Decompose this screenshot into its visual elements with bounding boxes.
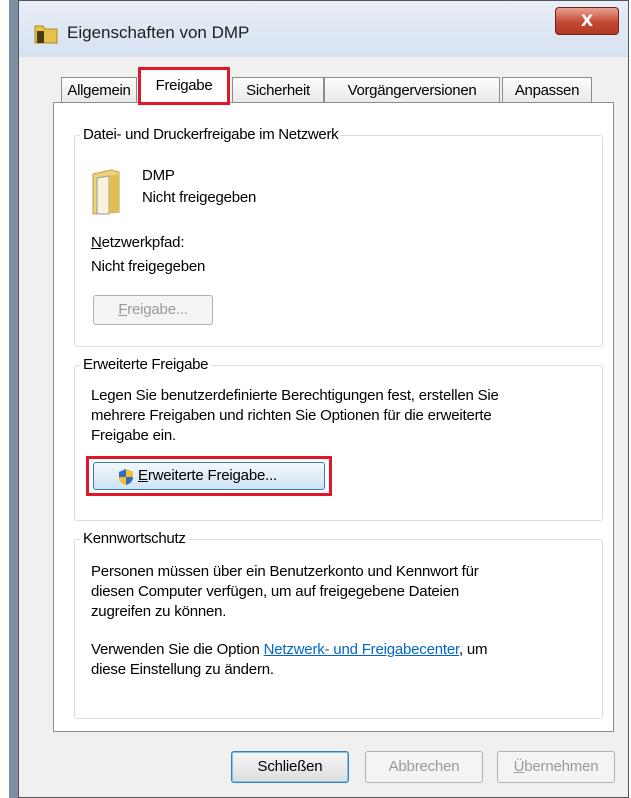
button-label-rest: rweiterte Freigabe... — [147, 467, 278, 484]
cancel-button[interactable]: Abbrechen — [365, 751, 483, 783]
password-protection-text-line: zugreifen zu können. — [91, 603, 227, 620]
group-title: Erweiterte Freigabe — [80, 356, 212, 373]
button-label-rest: bernehmen — [524, 758, 599, 775]
advanced-sharing-description-line: mehrere Freigaben und richten Sie Option… — [91, 407, 492, 424]
folder-icon — [92, 169, 120, 215]
window-frame-left-edge — [9, 0, 18, 798]
tab-label: Freigabe — [155, 77, 213, 94]
group-title: Datei- und Druckerfreigabe im Netzwerk — [80, 126, 342, 143]
password-protection-text-line: diesen Computer verfügen, um auf freigeg… — [91, 583, 459, 600]
close-button[interactable]: Schließen — [231, 751, 349, 783]
title-bar[interactable]: Eigenschaften von DMP X — [19, 1, 628, 57]
tab-vorgaengerversionen[interactable]: Vorgängerversionen — [324, 77, 500, 104]
tab-label: Vorgängerversionen — [347, 82, 477, 99]
properties-dialog: Eigenschaften von DMP X Allgemein Freiga… — [18, 0, 629, 798]
advanced-sharing-description-line: Legen Sie benutzerdefinierte Berechtigun… — [91, 387, 499, 404]
apply-button[interactable]: Übernehmen — [497, 751, 615, 783]
tab-panel-freigabe: Datei- und Druckerfreigabe im Netzwerk D… — [53, 102, 614, 732]
tab-allgemein[interactable]: Allgemein — [61, 77, 137, 104]
advanced-sharing-group: Erweiterte Freigabe Legen Sie benutzerde… — [74, 356, 603, 521]
password-protection-text-line: diese Einstellung zu ändern. — [91, 661, 274, 678]
tab-label: Allgemein — [67, 82, 131, 99]
password-protection-text-line: Verwenden Sie die Option Netzwerk- und F… — [91, 640, 488, 660]
mnemonic-letter: F — [118, 301, 128, 318]
group-title: Kennwortschutz — [80, 530, 189, 547]
mnemonic-letter: N — [91, 234, 102, 251]
close-icon: X — [580, 11, 594, 30]
share-button[interactable]: Freigabe... — [93, 295, 213, 325]
network-path-value: Nicht freigegeben — [91, 258, 206, 275]
network-path-label: Netzwerkpfad: — [91, 233, 184, 253]
window-title: Eigenschaften von DMP — [67, 23, 250, 42]
button-label: Erweiterte Freigabe... — [138, 463, 277, 489]
tab-label: Anpassen — [514, 82, 580, 99]
close-window-button[interactable]: X — [555, 7, 619, 35]
network-sharing-group: Datei- und Druckerfreigabe im Netzwerk D… — [74, 126, 603, 347]
mnemonic-letter: E — [138, 467, 148, 484]
button-label: reigabe... — [127, 301, 188, 318]
folder-icon — [34, 25, 58, 44]
mnemonic-letter: Ü — [513, 758, 525, 775]
password-protection-text-line: Personen müssen über ein Benutzerkonto u… — [91, 563, 479, 580]
tab-label: Sicherheit — [246, 82, 310, 99]
tab-sicherheit[interactable]: Sicherheit — [232, 77, 324, 104]
network-sharing-center-link[interactable]: Netzwerk- und Freigabecenter — [264, 641, 460, 658]
tab-freigabe[interactable]: Freigabe — [138, 67, 230, 105]
label-rest: etzwerkpfad: — [101, 234, 185, 251]
folder-sharing-status: Nicht freigegeben — [142, 189, 257, 206]
button-label: Schließen — [257, 758, 323, 775]
advanced-sharing-description-line: Freigabe ein. — [91, 427, 176, 444]
text-suffix: , um — [458, 641, 488, 658]
button-label: Abbrechen — [388, 758, 460, 775]
text-prefix: Verwenden Sie die Option — [91, 641, 264, 658]
tab-anpassen[interactable]: Anpassen — [502, 77, 592, 104]
uac-shield-icon — [119, 469, 133, 485]
password-protection-group: Kennwortschutz Personen müssen über ein … — [74, 530, 603, 719]
advanced-sharing-button[interactable]: Erweiterte Freigabe... — [93, 462, 325, 490]
folder-name: DMP — [142, 167, 175, 184]
